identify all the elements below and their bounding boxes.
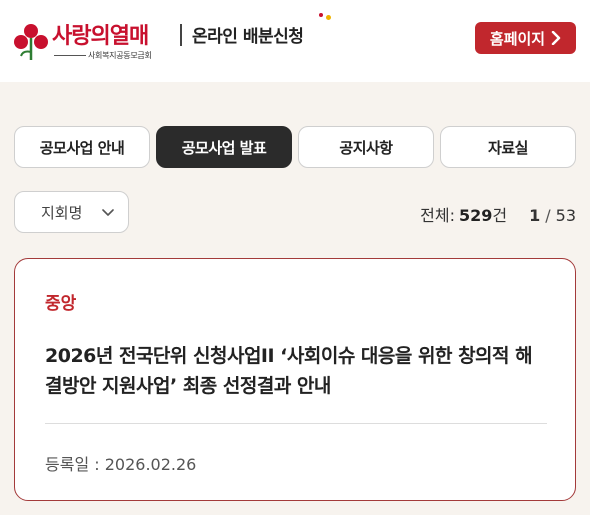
- chevron-right-icon: [551, 31, 561, 45]
- post-region: 중앙: [45, 294, 77, 314]
- post-card[interactable]: 중앙 2026년 전국단위 신청사업II ‘사회이슈 대응을 위한 창의적 해결…: [14, 258, 576, 501]
- chevron-down-icon: [102, 209, 114, 216]
- total-label: 전체:: [420, 206, 455, 225]
- logo-subtext: 사회복지공동모금회: [88, 51, 152, 60]
- region-select-value: 지회명: [41, 203, 83, 222]
- post-title[interactable]: 2026년 전국단위 신청사업II ‘사회이슈 대응을 위한 창의적 해결방안 …: [45, 341, 545, 401]
- header-divider: [180, 24, 182, 46]
- decor-dot-red: [319, 13, 323, 17]
- tab-notices[interactable]: 공지사항: [298, 126, 434, 168]
- main-content: 공모사업 안내 공모사업 발표 공지사항 자료실 지회명 전체: 529 건 1…: [0, 82, 590, 515]
- page-current: 1: [529, 206, 541, 225]
- region-select[interactable]: 지회명: [14, 191, 129, 233]
- page-total: 53: [555, 206, 576, 225]
- service-title: 온라인 배분신청: [192, 27, 304, 47]
- post-divider: [45, 423, 547, 424]
- home-button[interactable]: 홈페이지: [475, 22, 576, 54]
- total-count: 529: [458, 206, 493, 225]
- page-separator: /: [545, 206, 551, 225]
- decor-dot-yellow: [326, 15, 331, 20]
- tab-contest-guide[interactable]: 공모사업 안내: [14, 126, 150, 168]
- tab-contest-results[interactable]: 공모사업 발표: [156, 126, 292, 168]
- category-tabs: 공모사업 안내 공모사업 발표 공지사항 자료실: [14, 126, 576, 168]
- logo-sub-line: [54, 55, 86, 56]
- tab-resources[interactable]: 자료실: [440, 126, 576, 168]
- total-unit: 건: [492, 206, 508, 225]
- result-counts: 전체: 529 건 1 / 53: [420, 202, 576, 226]
- site-header: 사랑의열매 사회복지공동모금회 온라인 배분신청 홈페이지: [0, 0, 590, 82]
- home-button-label: 홈페이지: [489, 29, 546, 48]
- fruit-logo-icon: [14, 24, 48, 60]
- logo-text[interactable]: 사랑의열매: [52, 18, 149, 50]
- post-date: 등록일 : 2026.02.26: [45, 455, 197, 474]
